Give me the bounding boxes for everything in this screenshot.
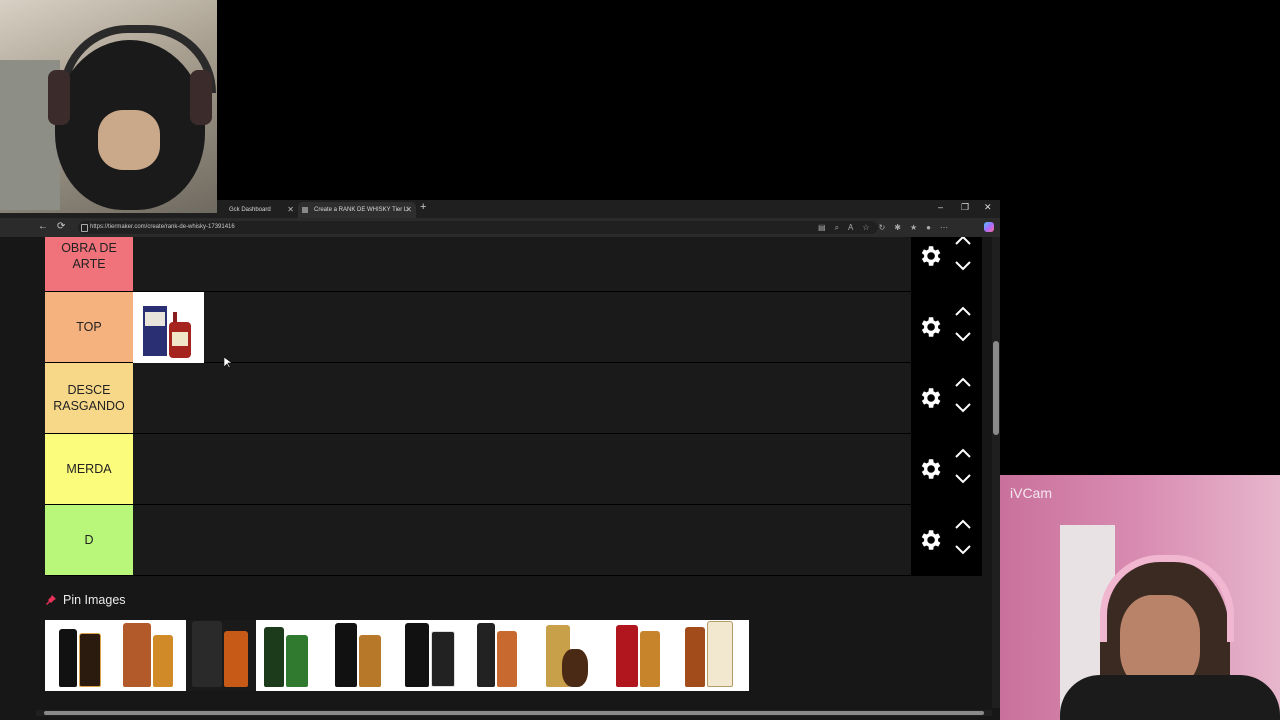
whisky-item-card[interactable] — [256, 620, 327, 691]
favorites-bar-icon[interactable]: ★ — [910, 221, 917, 234]
mouse-cursor-icon — [224, 357, 232, 369]
close-tab-icon[interactable]: ✕ — [287, 202, 294, 218]
pin-images-header: Pin Images — [45, 593, 126, 607]
tier-row: D — [45, 505, 982, 576]
whisky-item-card[interactable] — [396, 620, 468, 691]
back-button[interactable]: ← — [38, 221, 48, 232]
headset-ear-left — [48, 70, 70, 125]
whisky-item-card[interactable] — [608, 620, 679, 691]
whisky-item-card[interactable] — [185, 620, 257, 691]
tab-tiermaker[interactable]: Create a RANK DE WHISKY Tier Li ✕ — [298, 202, 416, 218]
whisky-bottle-icon — [133, 292, 204, 363]
tab-dashboard[interactable]: Gck Dashboard ✕ — [213, 202, 298, 218]
tier-drop-zone[interactable] — [133, 237, 911, 291]
gear-icon[interactable] — [917, 527, 943, 553]
tier-label[interactable]: OBRA DE ARTE — [45, 237, 133, 291]
webcam-overlay-top — [0, 0, 217, 213]
chevron-down-icon[interactable] — [953, 473, 973, 485]
pushpin-icon — [46, 595, 56, 605]
tier-controls — [911, 237, 982, 291]
tab-label: Create a RANK DE WHISKY Tier Li — [314, 207, 409, 213]
extensions-icon[interactable]: ✱ — [894, 221, 901, 234]
tier-label-text: D — [84, 533, 94, 547]
pin-images-strip — [45, 620, 749, 691]
more-icon[interactable]: ⋯ — [940, 221, 948, 234]
reload-button[interactable]: ⟳ — [57, 221, 65, 232]
tier-label[interactable]: D — [45, 505, 133, 575]
tier-drop-zone[interactable] — [133, 505, 911, 575]
tier-drop-zone[interactable] — [133, 363, 911, 433]
tier-label[interactable]: TOP — [45, 292, 133, 362]
close-tab-icon[interactable]: ✕ — [405, 202, 412, 218]
chevron-down-icon[interactable] — [953, 544, 973, 556]
browser-window: Gck Dashboard ✕ Create a RANK DE WHISKY … — [0, 200, 1000, 720]
horizontal-scrollbar[interactable] — [36, 710, 992, 716]
url-text: https://tiermaker.com/create/rank-de-whi… — [90, 224, 235, 230]
address-bar-row: ← ⟳ https://tiermaker.com/create/rank-de… — [0, 218, 1000, 237]
chevron-down-icon[interactable] — [953, 331, 973, 343]
copilot-icon[interactable] — [984, 222, 994, 232]
chevron-up-icon[interactable] — [953, 518, 973, 530]
tier-row: TOP — [45, 292, 982, 363]
pin-images-title: Pin Images — [63, 593, 126, 607]
tier-controls — [911, 434, 982, 504]
whisky-item-card[interactable] — [133, 292, 204, 363]
page-viewport: OBRA DE ARTE TOP DESCE RASGANDO MERDA D … — [0, 237, 992, 708]
tier-label-text: TOP — [76, 320, 102, 334]
tier-row: OBRA DE ARTE — [45, 237, 982, 292]
whisky-item-card[interactable] — [326, 620, 397, 691]
tier-drop-zone[interactable] — [133, 292, 911, 363]
url-field[interactable]: https://tiermaker.com/create/rank-de-whi… — [78, 221, 878, 234]
streamer-shirt — [1060, 675, 1280, 720]
webcam-app-label: iVCam — [1010, 485, 1053, 501]
new-tab-button[interactable]: + — [420, 201, 426, 213]
tier-label[interactable]: MERDA — [45, 434, 133, 504]
whisky-item-card[interactable] — [537, 620, 609, 691]
profile-icon[interactable]: ● — [926, 221, 931, 234]
headset-ear-right — [190, 70, 212, 125]
chevron-down-icon[interactable] — [953, 260, 973, 272]
tier-controls — [911, 292, 982, 362]
tier-row: DESCE RASGANDO — [45, 363, 982, 434]
gear-icon[interactable] — [917, 314, 943, 340]
gear-icon[interactable] — [917, 243, 943, 269]
tier-label[interactable]: DESCE RASGANDO — [45, 363, 133, 433]
gear-icon[interactable] — [917, 385, 943, 411]
gear-icon[interactable] — [917, 456, 943, 482]
scroll-thumb[interactable] — [993, 341, 999, 435]
favicon-icon — [302, 207, 308, 213]
minimize-button[interactable]: – — [938, 202, 943, 212]
cat-face — [98, 110, 160, 170]
translate-icon[interactable]: A — [848, 221, 853, 234]
favorite-icon[interactable]: ☆ — [862, 221, 869, 234]
pink-headset — [1100, 555, 1234, 642]
chevron-up-icon[interactable] — [953, 447, 973, 459]
tier-drop-zone[interactable] — [133, 434, 911, 504]
tier-label-text: MERDA — [66, 462, 112, 476]
toolbar-icons: ▤ ⌕ A ☆ ↻ ✱ ★ ● ⋯ — [818, 221, 948, 234]
refresh-icon[interactable]: ↻ — [879, 221, 886, 234]
tier-controls — [911, 363, 982, 433]
scroll-thumb[interactable] — [44, 711, 984, 715]
tier-row: MERDA — [45, 434, 982, 505]
tab-label: Gck Dashboard — [229, 207, 271, 213]
webcam-overlay-bottom: iVCam — [1000, 475, 1280, 720]
whisky-item-card[interactable] — [467, 620, 538, 691]
tier-controls — [911, 505, 982, 575]
chevron-up-icon[interactable] — [953, 376, 973, 388]
lock-icon — [81, 224, 88, 232]
chevron-down-icon[interactable] — [953, 402, 973, 414]
close-window-button[interactable]: ✕ — [984, 202, 992, 213]
chevron-up-icon[interactable] — [953, 305, 973, 317]
zoom-icon[interactable]: ⌕ — [835, 221, 839, 234]
read-aloud-icon[interactable]: ▤ — [818, 221, 826, 234]
whisky-item-card[interactable] — [115, 620, 186, 691]
tier-label-text: DESCE RASGANDO — [53, 383, 125, 413]
chevron-up-icon[interactable] — [953, 237, 973, 246]
tier-label-text: OBRA DE ARTE — [61, 241, 117, 271]
whisky-item-card[interactable] — [45, 620, 116, 691]
maximize-button[interactable]: ❐ — [961, 202, 969, 213]
whisky-item-card[interactable] — [678, 620, 749, 691]
vertical-scrollbar[interactable] — [992, 237, 1000, 708]
